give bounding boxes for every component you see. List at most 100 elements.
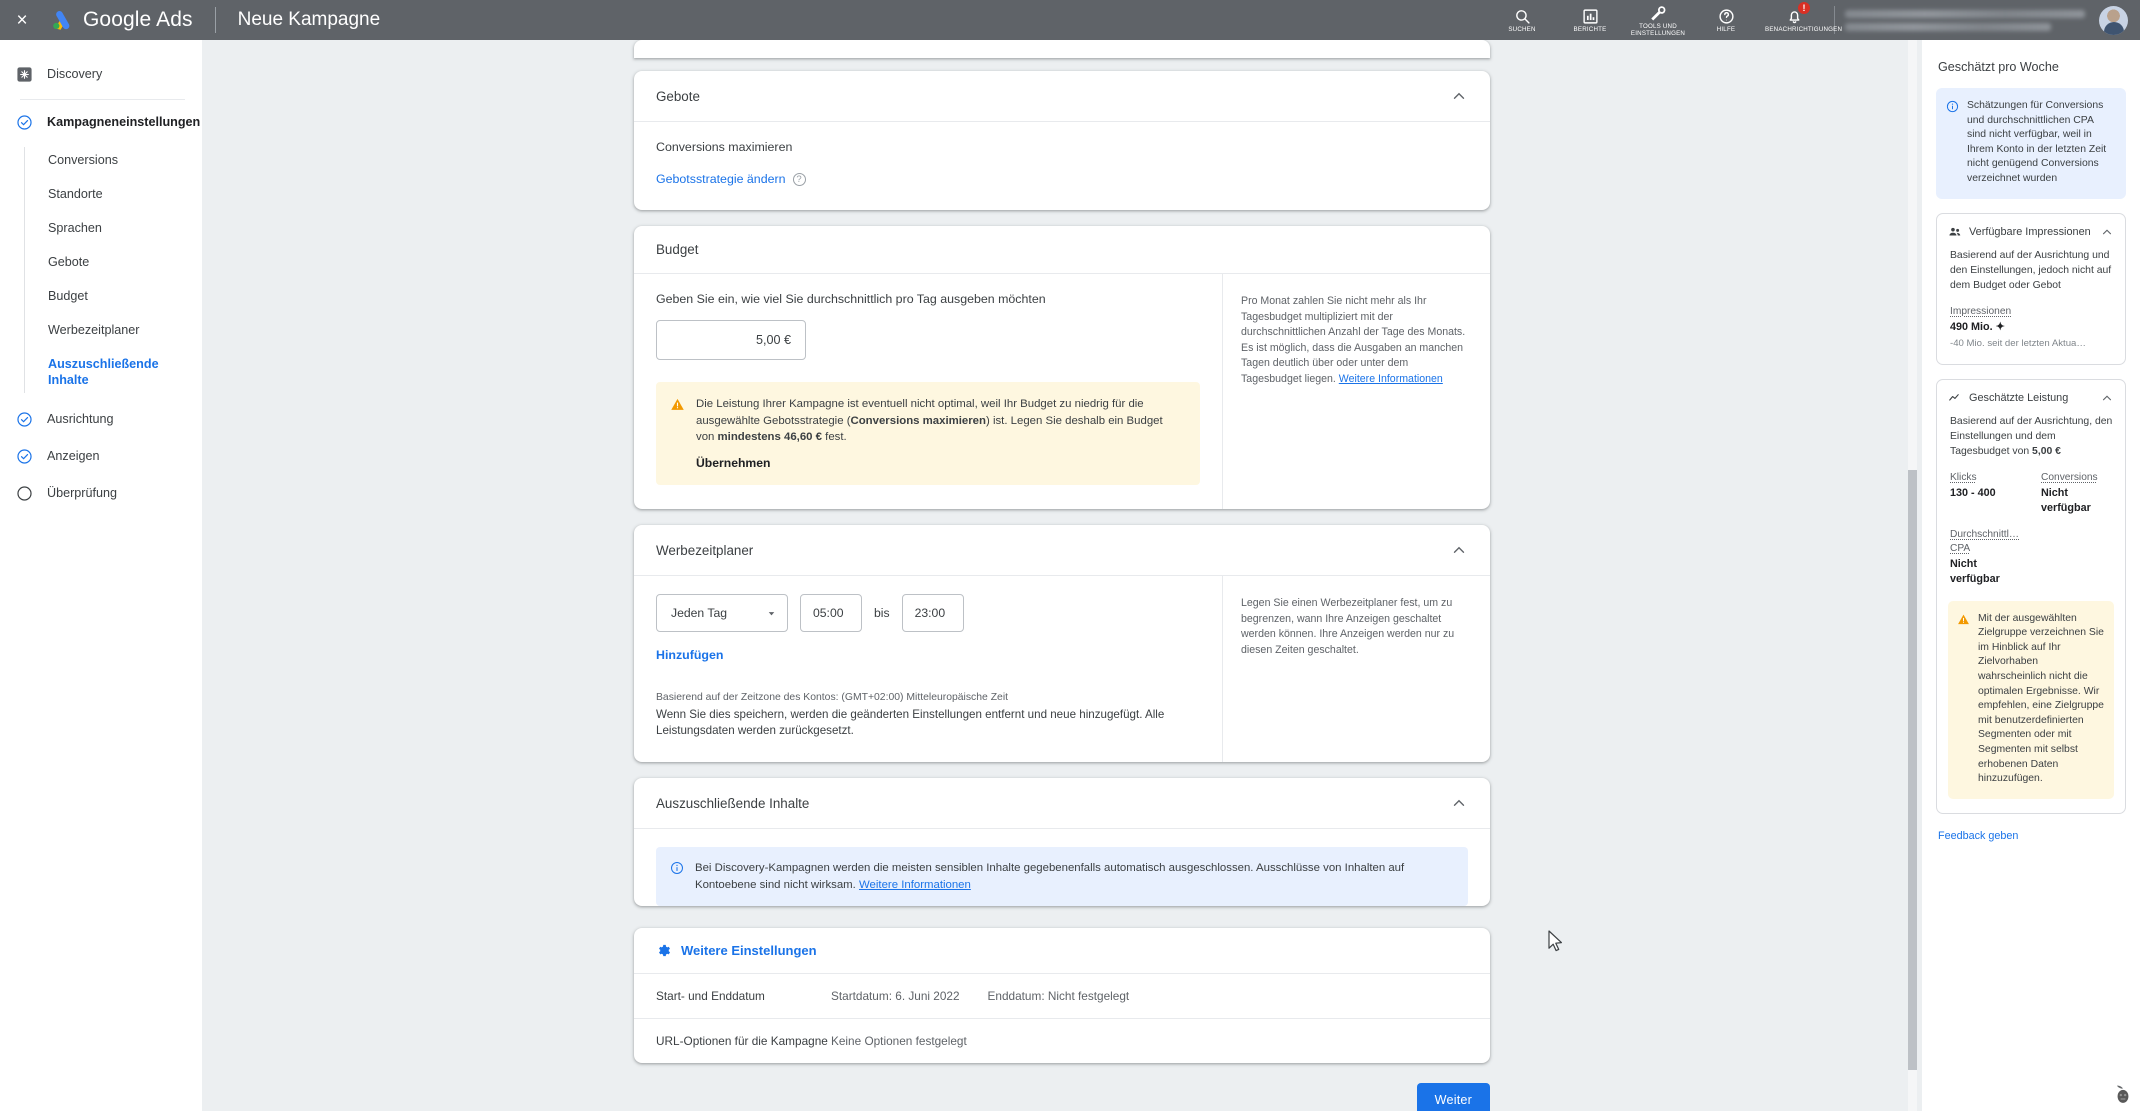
collapse-chevron-up-icon[interactable] — [2100, 225, 2114, 239]
sidebar-item-anzeigen[interactable]: Anzeigen — [0, 438, 201, 475]
card-budget: Budget Geben Sie ein, wie viel Sie durch… — [634, 226, 1490, 509]
sidebar-item-conversions[interactable]: Conversions — [0, 143, 201, 177]
gebote-body: Conversions maximieren Gebotsstrategie ä… — [634, 122, 1490, 210]
sidebar-campaign-settings-label: Kampagneneinstellungen — [47, 115, 201, 129]
schedule-title: Werbezeitplaner — [656, 542, 754, 558]
info-circle-icon — [1946, 100, 1959, 113]
scrollbar-thumb[interactable] — [1908, 470, 1917, 1070]
budget-learn-more-link[interactable]: Weitere Informationen — [1339, 373, 1443, 385]
sidebar-item-budget[interactable]: Budget — [0, 279, 201, 313]
cpa-value: Nicht verfügbar — [1950, 557, 2000, 585]
excluded-title: Auszuschließende Inhalte — [656, 795, 810, 811]
feedback-link[interactable]: Feedback geben — [1938, 830, 2018, 842]
tools-settings-button[interactable]: TOOLS UND EINSTELLUNGEN — [1631, 0, 1685, 40]
start-date-value: Startdatum: 6. Juni 2022 — [831, 989, 960, 1003]
card-auszuschliessende-inhalte: Auszuschließende Inhalte Bei Discovery-K… — [634, 778, 1490, 906]
card-weitere-einstellungen: Weitere Einstellungen Start- und Enddatu… — [634, 928, 1490, 1063]
main-content-scroll[interactable]: Gebote Conversions maximieren Gebotsstra… — [202, 40, 1922, 1111]
schedule-end-time-input[interactable]: 23:00 — [901, 594, 964, 632]
sidebar-item-discovery[interactable]: Discovery — [0, 56, 201, 93]
impressions-metric-delta: -40 Mio. seit der letzten Aktua… — [1950, 337, 2086, 349]
schedule-start-time-input[interactable]: 05:00 — [800, 594, 862, 632]
collapse-chevron-up-icon[interactable] — [1450, 87, 1468, 105]
schedule-row: Jeden Tag 05:00 bis 23:00 — [656, 594, 1200, 632]
setting-values-dates: Startdatum: 6. Juni 2022 Enddatum: Nicht… — [831, 988, 1129, 1004]
help-avatar-icon[interactable] — [2110, 1081, 2136, 1107]
bid-strategy-change-row: Gebotsstrategie ändern ? — [656, 172, 1468, 186]
notifications-button[interactable]: ! BENACHRICHTIGUNGEN — [1765, 0, 1842, 40]
sidebar-item-standorte[interactable]: Standorte — [0, 177, 201, 211]
estimates-panel-title: Geschätzt pro Woche — [1938, 60, 2059, 74]
impressions-card-header[interactable]: Verfügbare Impressionen — [1948, 225, 2114, 239]
sidebar-ausrichtung-label: Ausrichtung — [47, 412, 114, 426]
sidebar-item-auszuschliessende-inhalte[interactable]: Auszuschließende Inhalte — [0, 347, 201, 397]
collapse-chevron-up-icon[interactable] — [1450, 541, 1468, 559]
setting-row-url-options[interactable]: URL-Optionen für die Kampagne Keine Opti… — [634, 1019, 1490, 1063]
excluded-info-text: Bei Discovery-Kampagnen werden die meist… — [695, 862, 1405, 891]
trend-line-icon — [1949, 393, 1959, 401]
sidebar-item-ueberpruefung[interactable]: Überprüfung — [0, 475, 201, 512]
sidebar-item-campaign-settings[interactable]: Kampagneneinstellungen — [0, 104, 201, 141]
conversions-metric: Conversions Nicht verfügbar — [2041, 471, 2114, 516]
next-button[interactable]: Weiter — [1416, 1083, 1490, 1111]
excluded-header[interactable]: Auszuschließende Inhalte — [634, 778, 1490, 829]
empty-circle-icon — [17, 486, 32, 501]
budget-warning-box: Die Leistung Ihrer Kampagne ist eventuel… — [656, 382, 1200, 485]
search-icon — [1515, 9, 1530, 24]
schedule-day-select[interactable]: Jeden Tag — [656, 594, 788, 632]
sidebar-item-gebote[interactable]: Gebote — [0, 245, 201, 279]
budget-input-label: Geben Sie ein, wie viel Sie durchschnitt… — [656, 292, 1046, 306]
help-label: HILFE — [1716, 25, 1736, 33]
performance-card-subtitle: Basierend auf der Ausrichtung, den Einst… — [1948, 414, 2114, 459]
gebote-header[interactable]: Gebote — [634, 71, 1490, 122]
schedule-header[interactable]: Werbezeitplaner — [634, 525, 1490, 576]
setting-values-url-options: Keine Optionen festgelegt — [831, 1033, 967, 1049]
sidebar-item-ausrichtung[interactable]: Ausrichtung — [0, 401, 201, 438]
budget-help-text: Pro Monat zahlen Sie nicht mehr als Ihr … — [1241, 295, 1466, 385]
performance-card-header[interactable]: Geschätzte Leistung — [1948, 391, 2114, 405]
reports-button[interactable]: BERICHTE — [1563, 0, 1617, 40]
help-question-icon — [1718, 8, 1734, 24]
more-settings-title: Weitere Einstellungen — [681, 943, 817, 958]
performance-metrics-row: Klicks 130 - 400 Conversions Nicht verfü… — [1948, 471, 2114, 516]
search-button[interactable]: SUCHEN — [1495, 0, 1549, 40]
estimated-performance-card: Geschätzte Leistung Basierend auf der Au… — [1936, 378, 2126, 814]
sidebar-item-werbezeitplaner[interactable]: Werbezeitplaner — [0, 313, 201, 347]
clicks-metric: Klicks 130 - 400 — [1950, 471, 2023, 516]
budget-header: Budget — [634, 226, 1490, 274]
more-settings-header[interactable]: Weitere Einstellungen — [634, 928, 1490, 974]
url-options-value: Keine Optionen festgelegt — [831, 1034, 967, 1048]
budget-left-column: Geben Sie ein, wie viel Sie durchschnitt… — [634, 274, 1222, 509]
google-ads-logo[interactable]: Google Ads — [44, 8, 193, 32]
collapse-chevron-up-icon[interactable] — [1450, 794, 1468, 812]
help-button[interactable]: HILFE — [1699, 0, 1753, 40]
collapse-chevron-up-icon[interactable] — [2100, 391, 2114, 405]
header-actions: SUCHEN BERICHTE TOOLS UND EINSTELLUNGEN — [1488, 0, 1842, 40]
budget-body: Geben Sie ein, wie viel Sie durchschnitt… — [634, 274, 1490, 509]
sidebar-item-sprachen[interactable]: Sprachen — [0, 211, 201, 245]
avatar[interactable] — [2099, 5, 2128, 35]
excluded-learn-more-link[interactable]: Weitere Informationen — [859, 879, 971, 891]
performance-subtitle-budget: 5,00 € — [2032, 445, 2061, 457]
schedule-help-column: Legen Sie einen Werbezeitplaner fest, um… — [1222, 576, 1490, 762]
gebote-title: Gebote — [656, 88, 700, 104]
apply-budget-button[interactable]: Übernehmen — [696, 455, 1184, 472]
left-sidebar: Discovery Kampagneneinstellungen Convers… — [0, 40, 202, 1111]
daily-budget-input[interactable]: 5,00 € — [656, 320, 806, 360]
setting-name-url-options: URL-Optionen für die Kampagne — [656, 1034, 828, 1048]
estimates-right-panel: Geschätzt pro Woche Schätzungen für Conv… — [1922, 40, 2140, 1111]
sidebar-anzeigen-label: Anzeigen — [47, 449, 100, 463]
help-question-icon[interactable]: ? — [792, 172, 806, 186]
timezone-note: Basierend auf der Zeitzone des Kontos: (… — [656, 692, 1009, 703]
budget-help-column: Pro Monat zahlen Sie nicht mehr als Ihr … — [1222, 274, 1490, 509]
sidebar-divider — [20, 99, 185, 100]
add-schedule-link[interactable]: Hinzufügen — [656, 648, 723, 662]
tools-wrench-icon — [1651, 5, 1666, 20]
reports-label: BERICHTE — [1573, 25, 1607, 33]
close-icon[interactable]: × — [0, 0, 44, 40]
check-circle-icon — [17, 412, 32, 427]
check-circle-icon — [17, 115, 32, 130]
setting-row-dates[interactable]: Start- und Enddatum Startdatum: 6. Juni … — [634, 974, 1490, 1019]
schedule-left-column: Jeden Tag 05:00 bis 23:00 Hinzufügen Bas… — [634, 576, 1222, 762]
change-bid-strategy-link[interactable]: Gebotsstrategie ändern — [656, 172, 786, 186]
